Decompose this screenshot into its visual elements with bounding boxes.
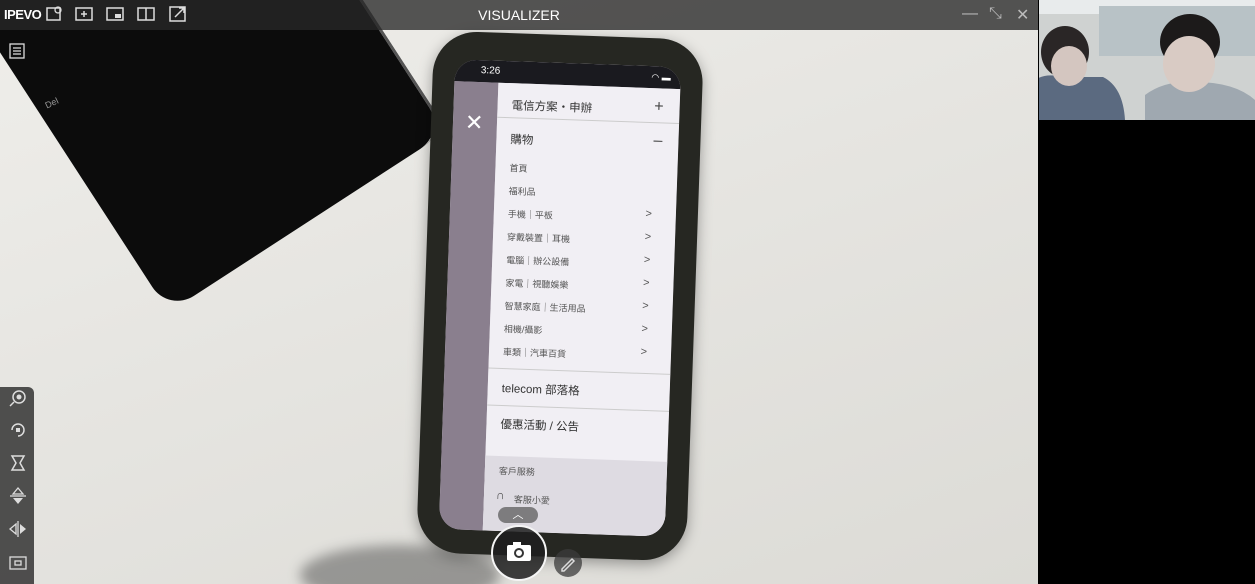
collapse-icon[interactable]: ⤡ — [989, 5, 1002, 23]
menu-promo: 優惠活動 / 公告 — [500, 419, 580, 434]
menu-divider — [488, 367, 671, 375]
menu-item: 電腦｜辦公設備 — [506, 255, 570, 268]
rotate-icon[interactable] — [8, 420, 28, 440]
chevron-right-icon: > — [642, 276, 650, 290]
title-bar: IPEVO VISUALIZER — ⤡ ✕ — [0, 0, 1038, 30]
fit-screen-icon[interactable] — [8, 553, 28, 573]
menu-item: 智慧家庭｜生活用品 — [504, 301, 586, 314]
tablet-edge — [0, 0, 449, 313]
menu-divider — [497, 116, 680, 125]
menu-service-area: 客戶服務 客服小愛 ∩ — [482, 455, 668, 537]
service-item: 客服小愛 — [513, 494, 551, 506]
list-menu-icon[interactable] — [8, 42, 26, 60]
menu-item: 相機/攝影 — [503, 324, 543, 336]
chevron-right-icon: > — [643, 253, 651, 267]
chevron-up-icon[interactable]: ︿ — [498, 507, 538, 523]
phone-screen: 3:26 ◠ ▬ ✕ 電信方案・申辦 + 購物 – 首頁 福利品 手機｜平板 >… — [438, 59, 682, 537]
menu-item: 家電｜視聽娛樂 — [505, 278, 569, 291]
freeze-icon[interactable] — [8, 453, 28, 473]
phone-device: 3:26 ◠ ▬ ✕ 電信方案・申辦 + 購物 – 首頁 福利品 手機｜平板 >… — [415, 30, 705, 562]
pen-icon — [561, 557, 576, 572]
phone-menu: 電信方案・申辦 + 購物 – 首頁 福利品 手機｜平板 > 穿戴裝置｜耳機 > … — [482, 82, 681, 537]
chevron-right-icon: > — [640, 345, 648, 359]
menu-item: 車類｜汽車百貨 — [502, 347, 567, 360]
menu-blog: telecom 部落格 — [501, 383, 580, 398]
minimize-icon[interactable]: — — [962, 5, 978, 23]
zoom-icon[interactable] — [8, 389, 28, 409]
close-window-icon[interactable]: ✕ — [1016, 5, 1029, 25]
menu-section: 購物 — [510, 134, 534, 147]
window-title: VISUALIZER — [478, 7, 560, 23]
wifi-battery-icon: ◠ ▬ — [651, 72, 671, 83]
camera-view: Del 3:26 ◠ ▬ ✕ 電信方案・申辦 + 購物 – 首頁 福利品 手機｜… — [0, 0, 1038, 584]
headset-icon: ∩ — [495, 487, 505, 503]
person-left — [1039, 26, 1125, 120]
annotate-button[interactable] — [554, 549, 582, 577]
menu-item: 穿戴裝置｜耳機 — [506, 232, 571, 245]
chevron-right-icon: > — [641, 322, 649, 336]
menu-item: 福利品 — [508, 186, 536, 198]
service-header: 客戶服務 — [498, 465, 536, 478]
chevron-right-icon: > — [642, 299, 649, 313]
capture-button[interactable] — [491, 525, 547, 581]
left-toolbar — [0, 387, 34, 584]
webcam-preview — [1039, 0, 1255, 120]
flip-vertical-icon[interactable] — [8, 486, 28, 506]
menu-item: 手機｜平板 — [507, 209, 553, 221]
person-right — [1145, 14, 1255, 120]
close-icon: ✕ — [464, 109, 484, 136]
plus-icon: + — [654, 98, 664, 116]
menu-divider — [487, 404, 670, 412]
minus-icon: – — [653, 132, 663, 150]
menu-item: 首頁 — [509, 163, 528, 174]
camera-icon — [507, 542, 531, 561]
phone-status-time: 3:26 — [480, 65, 501, 77]
menu-header: 電信方案・申辦 — [511, 100, 593, 116]
chevron-right-icon: > — [644, 230, 652, 244]
mirror-icon[interactable] — [8, 519, 28, 539]
chevron-right-icon: > — [645, 207, 653, 221]
